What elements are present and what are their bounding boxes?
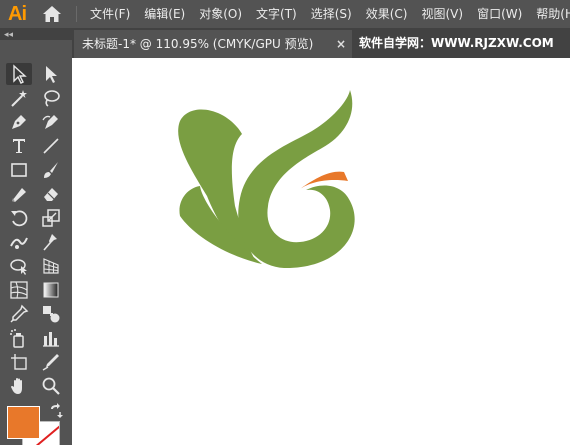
- tools-panel: [0, 58, 72, 445]
- magic-wand-tool-icon[interactable]: [6, 87, 32, 109]
- width-tool-icon[interactable]: [6, 231, 32, 253]
- inner-cut-shape: [290, 190, 324, 227]
- puppet-warp-tool-icon[interactable]: [38, 231, 64, 253]
- swap-fill-stroke-icon[interactable]: [48, 403, 64, 419]
- menu-divider: [76, 6, 77, 22]
- selection-tool-icon[interactable]: [6, 63, 32, 85]
- collapse-panel-button[interactable]: ◂◂: [4, 30, 13, 40]
- artboard-tool-icon[interactable]: [6, 351, 32, 373]
- lasso-tool-icon[interactable]: [38, 87, 64, 109]
- menu-help[interactable]: 帮助(H): [536, 0, 570, 28]
- menu-edit[interactable]: 编辑(E): [144, 0, 185, 28]
- symbol-sprayer-tool-icon[interactable]: [6, 327, 32, 349]
- logo-artwork[interactable]: [172, 86, 372, 271]
- menu-window[interactable]: 窗口(W): [477, 0, 522, 28]
- close-tab-button[interactable]: ×: [336, 30, 346, 58]
- eraser-tool-icon[interactable]: [38, 183, 64, 205]
- menu-effect[interactable]: 效果(C): [366, 0, 408, 28]
- artboard-canvas[interactable]: [72, 58, 570, 445]
- eyedropper-tool-icon[interactable]: [6, 303, 32, 325]
- rectangle-tool-icon[interactable]: [6, 159, 32, 181]
- shape-builder-tool-icon[interactable]: [6, 255, 32, 277]
- menu-select[interactable]: 选择(S): [311, 0, 352, 28]
- column-graph-tool-icon[interactable]: [38, 327, 64, 349]
- shaper-tool-icon[interactable]: [6, 183, 32, 205]
- menu-type[interactable]: 文字(T): [256, 0, 297, 28]
- pen-tool-icon[interactable]: [6, 111, 32, 133]
- type-tool-icon[interactable]: [6, 135, 32, 157]
- slice-tool-icon[interactable]: [38, 351, 64, 373]
- main-menu: 文件(F) 编辑(E) 对象(O) 文字(T) 选择(S) 效果(C) 视图(V…: [90, 0, 570, 28]
- rotate-tool-icon[interactable]: [6, 207, 32, 229]
- direct-selection-tool-icon[interactable]: [38, 63, 64, 85]
- gradient-tool-icon[interactable]: [38, 279, 64, 301]
- blend-tool-icon[interactable]: [38, 303, 64, 325]
- home-icon[interactable]: [42, 5, 62, 23]
- line-segment-tool-icon[interactable]: [38, 135, 64, 157]
- app-logo: Ai: [8, 3, 27, 25]
- menu-bar: Ai 文件(F) 编辑(E) 对象(O) 文字(T) 选择(S) 效果(C) 视…: [0, 0, 570, 28]
- perspective-grid-tool-icon[interactable]: [38, 255, 64, 277]
- mesh-tool-icon[interactable]: [6, 279, 32, 301]
- scale-tool-icon[interactable]: [38, 207, 64, 229]
- watermark-text: 软件自学网：WWW.RJZXW.COM: [359, 36, 554, 50]
- menu-file[interactable]: 文件(F): [90, 0, 130, 28]
- document-tab-title: 未标题-1* @ 110.95% (CMYK/GPU 预览): [82, 37, 314, 51]
- paintbrush-tool-icon[interactable]: [38, 159, 64, 181]
- fill-color-swatch[interactable]: [7, 406, 40, 439]
- toolbar-header: [0, 40, 72, 58]
- curvature-tool-icon[interactable]: [38, 111, 64, 133]
- zoom-tool-icon[interactable]: [38, 375, 64, 397]
- hand-tool-icon[interactable]: [6, 375, 32, 397]
- document-tab-bar: ◂◂ 未标题-1* @ 110.95% (CMYK/GPU 预览) × 软件自学…: [0, 28, 570, 58]
- document-tab[interactable]: 未标题-1* @ 110.95% (CMYK/GPU 预览) ×: [74, 30, 352, 58]
- menu-view[interactable]: 视图(V): [421, 0, 463, 28]
- menu-object[interactable]: 对象(O): [199, 0, 242, 28]
